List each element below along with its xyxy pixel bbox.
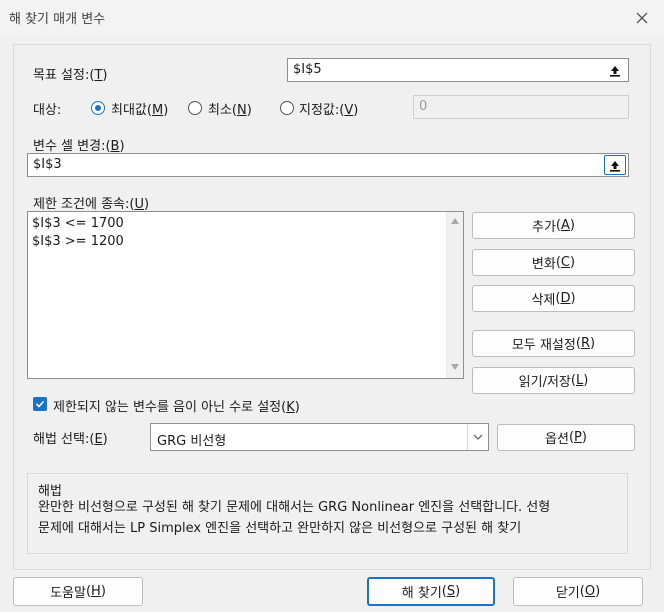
load-save-button[interactable]: 읽기/저장(L) <box>472 367 635 394</box>
nonneg-label[interactable]: 제한되지 않는 변수를 음이 아닌 수로 설정(K) <box>53 396 300 415</box>
radio-value-of[interactable] <box>280 101 294 115</box>
add-button[interactable]: 추가(A) <box>472 212 635 239</box>
chevron-down-icon <box>473 434 483 440</box>
objective-value: $I$5 <box>293 62 322 77</box>
checkmark-icon <box>35 400 45 408</box>
constraints-label: 제한 조건에 종속:(U) <box>33 197 150 212</box>
changing-cells-value: $I$3 <box>33 157 62 172</box>
close-window-button[interactable] <box>630 6 654 30</box>
solving-description-line2: 문제에 대해서는 LP Simplex 엔진을 선택하고 완만하지 않은 비선형… <box>38 521 522 536</box>
objective-collapse-button[interactable] <box>604 60 626 80</box>
delete-button[interactable]: 삭제(D) <box>472 285 635 312</box>
method-label: 해법 선택:(E) <box>33 432 108 447</box>
changing-cells-label: 변수 셀 변경:(B) <box>33 139 125 154</box>
value-of-input: 0 <box>413 95 629 119</box>
collapse-icon <box>610 160 620 172</box>
help-button[interactable]: 도움말(H) <box>13 577 143 606</box>
list-item[interactable]: $I$3 >= 1200 <box>32 234 124 249</box>
close-icon <box>636 12 648 24</box>
options-button[interactable]: 옵션(P) <box>497 424 635 451</box>
close-button[interactable]: 닫기(O) <box>513 577 643 606</box>
collapse-icon <box>610 65 620 77</box>
radio-value-of-label[interactable]: 지정값:(V) <box>299 99 358 118</box>
method-value: GRG 비선형 <box>157 434 227 449</box>
changing-collapse-button[interactable] <box>604 155 626 175</box>
value-of-value: 0 <box>419 99 428 114</box>
method-select[interactable]: GRG 비선형 <box>150 423 489 451</box>
radio-min[interactable] <box>188 101 202 115</box>
objective-label: 목표 설정:(T) <box>33 68 108 83</box>
scroll-up-icon[interactable] <box>451 218 459 224</box>
change-button[interactable]: 변화(C) <box>472 249 635 276</box>
radio-max-label[interactable]: 최대값(M) <box>111 99 168 118</box>
solve-button[interactable]: 해 찾기(S) <box>367 577 495 606</box>
nonneg-checkbox[interactable] <box>33 397 47 411</box>
solving-description-line1: 완만한 비선형으로 구성된 해 찾기 문제에 대해서는 GRG Nonlinea… <box>38 500 551 515</box>
radio-max[interactable] <box>91 101 105 115</box>
radio-min-label[interactable]: 최소(N) <box>208 99 252 118</box>
select-divider <box>467 424 468 450</box>
scroll-down-icon[interactable] <box>451 364 459 370</box>
constraints-list[interactable]: $I$3 <= 1700 $I$3 >= 1200 <box>27 211 464 379</box>
objective-input[interactable]: $I$5 <box>287 58 629 82</box>
target-label: 대상: <box>33 103 62 118</box>
changing-cells-input[interactable]: $I$3 <box>27 153 629 177</box>
constraints-scrollbar[interactable] <box>446 212 463 378</box>
window-title: 해 찾기 매개 변수 <box>9 12 106 27</box>
reset-all-button[interactable]: 모두 재설정(R) <box>472 330 635 357</box>
list-item[interactable]: $I$3 <= 1700 <box>32 216 124 231</box>
